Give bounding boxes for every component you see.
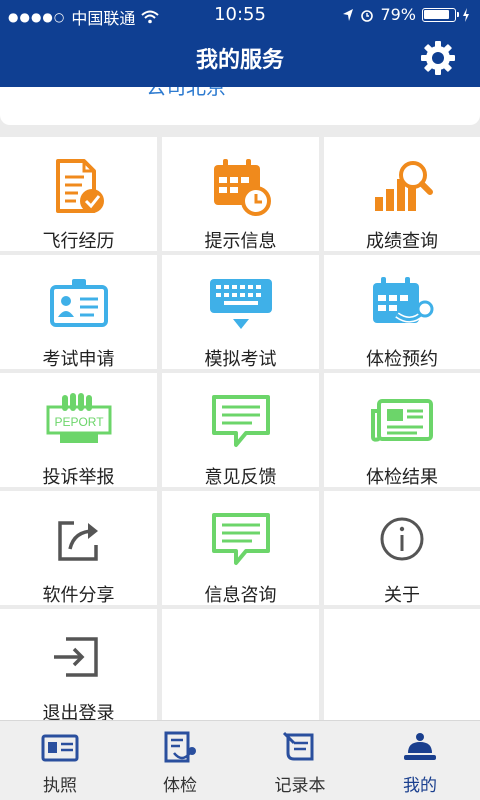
newspaper-icon xyxy=(371,399,433,442)
tab-logbook[interactable]: 记录本 xyxy=(240,721,360,800)
grid-item-mock-exam[interactable]: 模拟考试 xyxy=(162,255,319,370)
grid-item-label: 成绩查询 xyxy=(366,231,438,252)
license-icon xyxy=(41,734,79,762)
grid-item-medical-appointment[interactable]: 体检预约 xyxy=(324,255,480,370)
tab-medical[interactable]: 体检 xyxy=(120,721,240,800)
tab-me[interactable]: 我的 xyxy=(360,721,480,800)
tab-license[interactable]: 执照 xyxy=(0,721,120,800)
grid-item-label: 意见反馈 xyxy=(204,467,277,488)
grid-item-label: 投诉举报 xyxy=(42,467,115,488)
battery-percent: 79% xyxy=(380,5,416,24)
grid-item-label: 飞行经历 xyxy=(42,231,115,252)
grid-empty-cell xyxy=(324,609,480,720)
grid-item-label: 体检预约 xyxy=(366,349,438,370)
id-card-icon xyxy=(49,279,108,327)
tab-bar: 执照 体检 记录本 我的 xyxy=(0,720,480,800)
score-search-icon xyxy=(375,161,433,211)
stethoscope-calendar-icon xyxy=(373,277,434,323)
company-text: 公司北京 xyxy=(146,87,226,99)
grid-item-complaint[interactable]: PEPORT 投诉举报 xyxy=(0,373,157,488)
profile-card[interactable]: 公司北京 xyxy=(0,87,480,125)
status-right: 79% xyxy=(342,5,470,24)
medical-icon xyxy=(164,731,196,763)
tab-label: 体检 xyxy=(163,776,197,796)
chat-icon xyxy=(211,513,270,565)
calendar-clock-icon xyxy=(213,159,271,216)
status-bar: ●●●●○ 中国联通 10:55 79% xyxy=(0,0,480,30)
grid-item-flight-log[interactable]: 飞行经历 xyxy=(0,137,157,252)
grid-empty-cell xyxy=(162,609,319,720)
keyboard-icon xyxy=(209,279,272,329)
grid-item-logout[interactable]: 退出登录 xyxy=(0,609,157,724)
grid-item-label: 考试申请 xyxy=(42,349,115,370)
info-icon xyxy=(380,517,424,561)
page-title: 我的服务 xyxy=(195,48,284,73)
grid-item-label: 信息咨询 xyxy=(204,585,277,606)
location-icon xyxy=(343,8,354,21)
grid-item-label: 关于 xyxy=(384,585,420,606)
flight-log-icon xyxy=(55,159,104,213)
service-grid: 飞行经历 提示信息 成绩查询 考试申请 模拟考试 体检预约 PEPORT 投诉举… xyxy=(0,137,480,724)
nav-bar: 我的服务 xyxy=(0,30,480,87)
tab-label: 记录本 xyxy=(274,776,326,796)
grid-item-consultation[interactable]: 信息咨询 xyxy=(162,491,319,606)
grid-item-medical-results[interactable]: 体检结果 xyxy=(324,373,480,488)
svg-text:PEPORT: PEPORT xyxy=(54,415,104,429)
charging-icon xyxy=(463,7,469,22)
grid-item-label: 提示信息 xyxy=(204,231,277,252)
grid-item-notices[interactable]: 提示信息 xyxy=(162,137,319,252)
grid-item-label: 模拟考试 xyxy=(204,349,277,370)
grid-item-exam-application[interactable]: 考试申请 xyxy=(0,255,157,370)
logbook-icon xyxy=(282,731,314,761)
grid-item-feedback[interactable]: 意见反馈 xyxy=(162,373,319,488)
alarm-icon xyxy=(361,9,374,22)
tab-label: 我的 xyxy=(403,776,437,796)
grid-item-label: 体检结果 xyxy=(366,467,438,488)
grid-item-score-query[interactable]: 成绩查询 xyxy=(324,137,480,252)
share-icon xyxy=(57,521,98,561)
gear-icon[interactable] xyxy=(418,38,458,78)
battery-icon xyxy=(422,7,459,22)
report-icon: PEPORT xyxy=(46,393,111,443)
user-service-icon xyxy=(404,733,436,760)
tab-label: 执照 xyxy=(43,776,77,796)
grid-item-share[interactable]: 软件分享 xyxy=(0,491,157,606)
logout-icon xyxy=(53,637,98,677)
feedback-icon xyxy=(211,395,270,447)
grid-item-about[interactable]: 关于 xyxy=(324,491,480,606)
grid-item-label: 软件分享 xyxy=(42,585,115,606)
